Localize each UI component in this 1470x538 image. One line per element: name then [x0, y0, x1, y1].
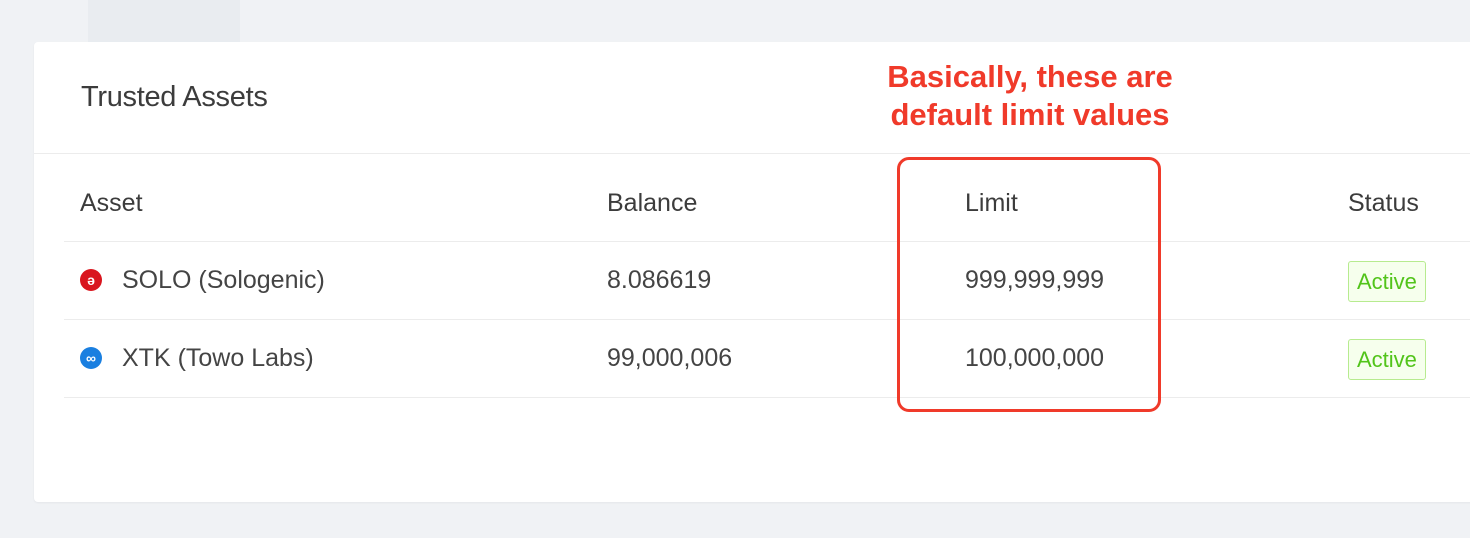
table-row[interactable]: ∞ XTK (Towo Labs) 99,000,006 100,000,000… [64, 320, 1470, 398]
column-header-balance: Balance [607, 189, 698, 217]
background-tab [88, 0, 240, 42]
status-badge: Active [1348, 339, 1426, 380]
status-badge: Active [1348, 261, 1426, 302]
trusted-assets-table: Asset Balance Limit Status ə SOLO (Solog… [64, 153, 1470, 398]
annotation-text: Basically, these are default limit value… [836, 58, 1224, 134]
card-header: Trusted Assets [34, 42, 1470, 154]
asset-name: SOLO (Sologenic) [122, 266, 325, 294]
trusted-assets-card: Trusted Assets Asset Balance Limit Statu… [34, 42, 1470, 502]
card-title: Trusted Assets [81, 81, 268, 113]
balance-value: 99,000,006 [607, 344, 733, 372]
table-header-row: Asset Balance Limit Status [64, 153, 1470, 242]
column-header-status: Status [1348, 189, 1419, 217]
asset-name: XTK (Towo Labs) [122, 344, 314, 372]
towo-labs-icon: ∞ [80, 347, 102, 369]
annotation-highlight-box [897, 157, 1161, 412]
sologenic-icon: ə [80, 269, 102, 291]
column-header-asset: Asset [80, 189, 143, 217]
annotation-line-1: Basically, these are [887, 59, 1173, 94]
balance-value: 8.086619 [607, 266, 712, 294]
annotation-line-2: default limit values [890, 97, 1170, 132]
table-row[interactable]: ə SOLO (Sologenic) 8.086619 999,999,999 … [64, 242, 1470, 320]
